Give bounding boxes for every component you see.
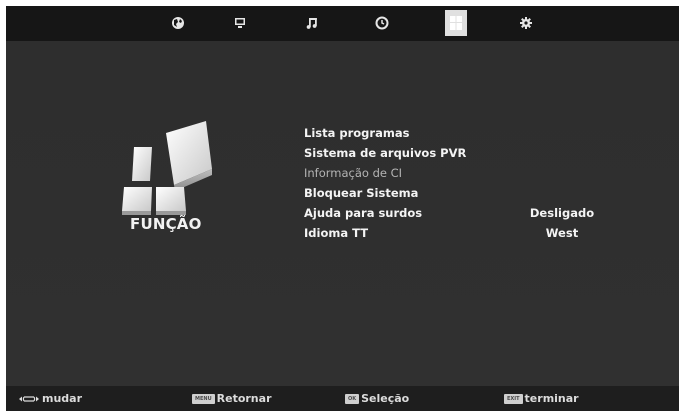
tab-picture[interactable] — [226, 11, 254, 35]
menu-item-label: Bloquear Sistema — [304, 186, 419, 200]
hint-exit: EXIT terminar — [504, 386, 579, 411]
hint-label: Seleção — [361, 392, 410, 405]
menu-item-label: Idioma TT — [304, 226, 369, 240]
tab-sound[interactable] — [298, 11, 326, 35]
menu-item-value: Desligado — [529, 206, 595, 220]
menu-item-program-list[interactable]: Lista programas — [304, 123, 604, 143]
globe-icon — [172, 17, 184, 29]
hint-label: Retornar — [216, 392, 272, 405]
function-menu-list: Lista programas Sistema de arquivos PVR … — [304, 123, 604, 243]
clock-icon — [375, 16, 389, 30]
menu-item-teletext-language[interactable]: Idioma TT West — [304, 223, 604, 243]
hint-label: mudar — [42, 392, 83, 405]
menu-item-label: Sistema de arquivos PVR — [304, 146, 467, 160]
tab-settings[interactable] — [512, 11, 540, 35]
category-tab-bar — [6, 6, 679, 41]
menu-panel: FUNÇÃO Lista programas Sistema de arquiv… — [6, 41, 679, 386]
tab-channel[interactable] — [164, 11, 192, 35]
tab-function[interactable] — [445, 10, 467, 36]
music-note-icon — [306, 18, 317, 29]
hint-select: OK Seleção — [345, 386, 409, 411]
hint-label: terminar — [524, 392, 579, 405]
menu-item-pvr-file-system[interactable]: Sistema de arquivos PVR — [304, 143, 604, 163]
menu-item-value: West — [545, 226, 579, 240]
menu-item-label: Ajuda para surdos — [304, 206, 423, 220]
left-right-arrows-icon — [18, 394, 40, 404]
function-tiles-icon — [122, 121, 212, 215]
hint-bar: mudar MENU Retornar OK Seleção EXIT term… — [6, 386, 679, 411]
hint-change: mudar — [18, 386, 82, 411]
menu-item-label: Lista programas — [304, 126, 410, 140]
tv-menu-screen: FUNÇÃO Lista programas Sistema de arquiv… — [6, 6, 679, 411]
menu-key-badge: MENU — [192, 393, 215, 404]
function-tiles-icon — [450, 16, 462, 30]
ok-key-badge: OK — [345, 393, 360, 404]
gear-icon — [520, 17, 532, 29]
menu-item-hearing-impaired[interactable]: Ajuda para surdos Desligado — [304, 203, 604, 223]
menu-item-ci-information: Informação de CI — [304, 163, 604, 183]
menu-item-lock-system[interactable]: Bloquear Sistema — [304, 183, 604, 203]
exit-key-badge: EXIT — [504, 393, 523, 404]
monitor-icon — [235, 18, 245, 28]
menu-item-label: Informação de CI — [304, 166, 403, 180]
tab-time[interactable] — [368, 11, 396, 35]
page-title: FUNÇÃO — [130, 215, 202, 233]
hint-back: MENU Retornar — [192, 386, 272, 411]
